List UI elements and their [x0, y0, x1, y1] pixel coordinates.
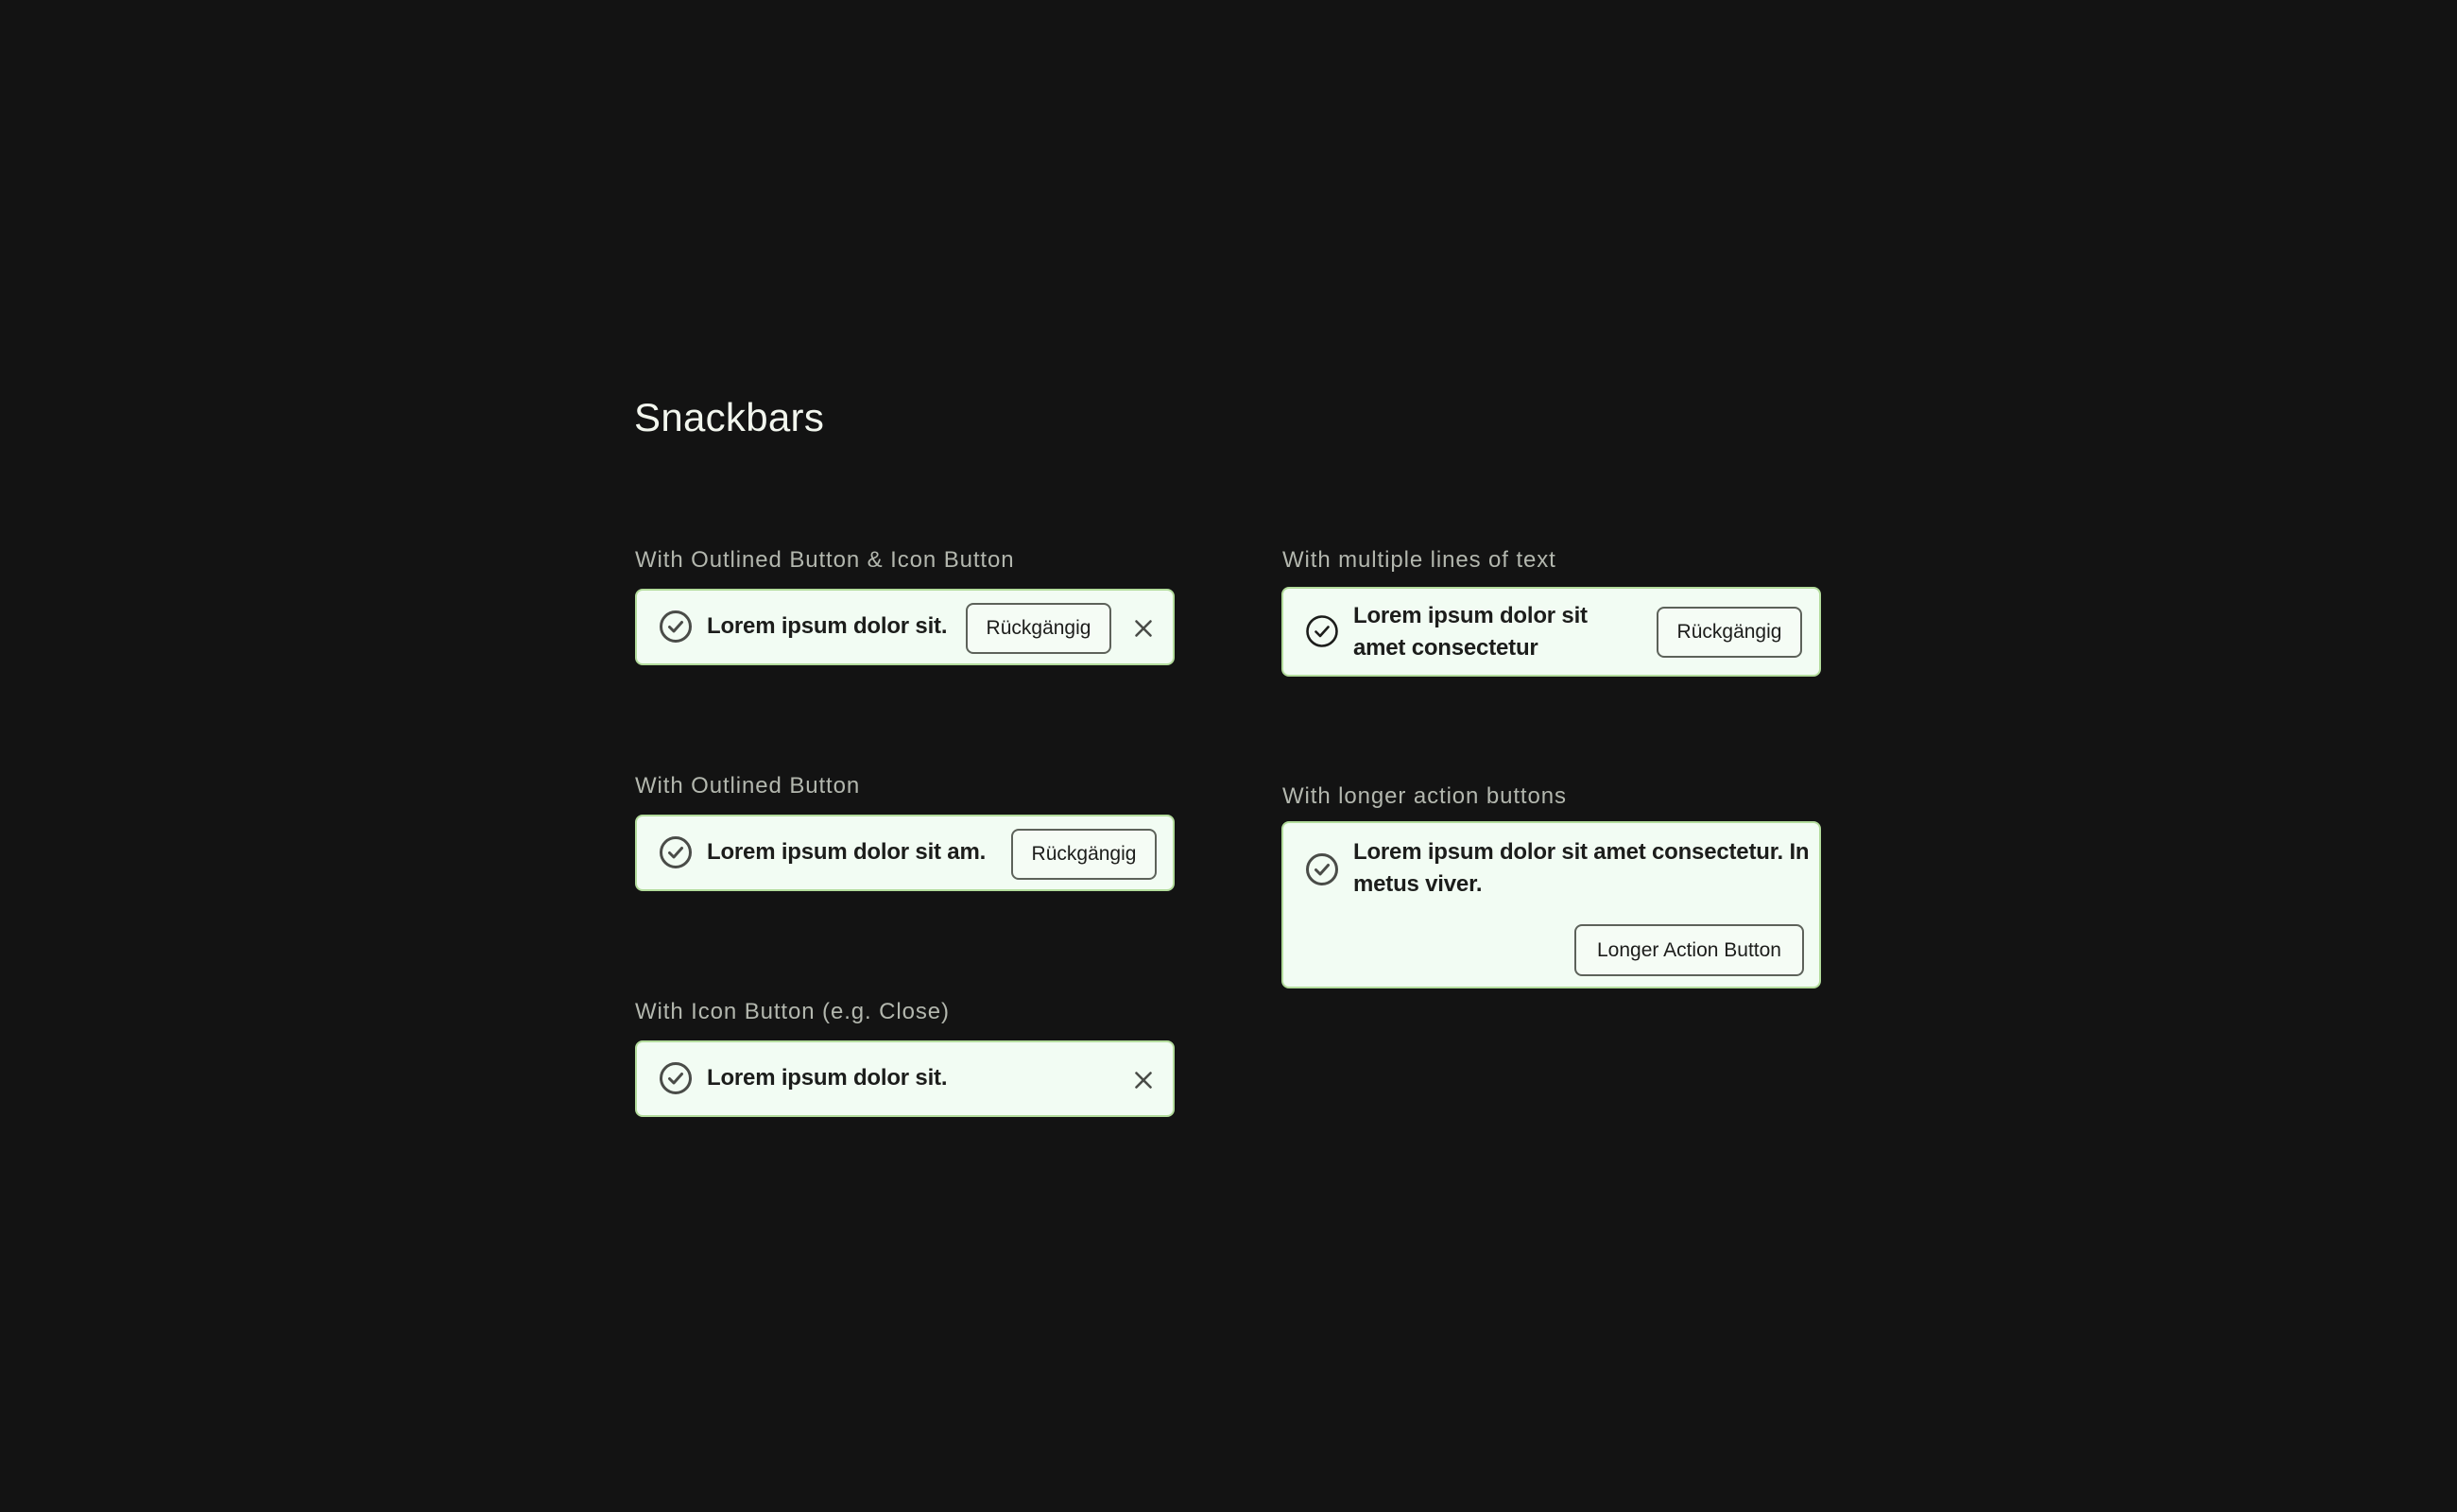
- message-line-2: metus viver.: [1353, 871, 1483, 897]
- snackbar-long-action: Lorem ipsum dolor sit amet consectetur. …: [1281, 821, 1821, 988]
- section-label: With longer action buttons: [1282, 783, 1567, 809]
- snackbar-multiline: Lorem ipsum dolor sit amet consectetur R…: [1281, 587, 1821, 677]
- undo-button[interactable]: Rückgängig: [966, 603, 1111, 654]
- snackbar-icon-button: Lorem ipsum dolor sit.: [635, 1040, 1175, 1117]
- snackbar-outlined-button: Lorem ipsum dolor sit am. Rückgängig: [635, 815, 1175, 891]
- longer-action-button[interactable]: Longer Action Button: [1574, 924, 1804, 976]
- check-circle-icon: [1306, 853, 1338, 885]
- check-circle-icon: [660, 836, 692, 868]
- check-circle-icon: [660, 610, 692, 643]
- close-button[interactable]: [1126, 611, 1160, 645]
- section-label: With Outlined Button: [635, 773, 861, 799]
- snackbar-message: Lorem ipsum dolor sit.: [707, 1065, 948, 1091]
- section-label: With Outlined Button & Icon Button: [635, 547, 1015, 573]
- section-label: With multiple lines of text: [1282, 547, 1556, 573]
- snackbar-message: Lorem ipsum dolor sit amet consectetur: [1353, 600, 1637, 664]
- close-button[interactable]: [1126, 1063, 1160, 1097]
- check-circle-icon: [660, 1062, 692, 1094]
- undo-button[interactable]: Rückgängig: [1011, 829, 1157, 880]
- snackbar-message: Lorem ipsum dolor sit amet consectetur. …: [1353, 836, 1810, 901]
- close-icon: [1135, 1072, 1152, 1089]
- page-title: Snackbars: [634, 395, 825, 439]
- section-label: With Icon Button (e.g. Close): [635, 999, 950, 1024]
- snackbar-outlined-and-icon-button: Lorem ipsum dolor sit. Rückgängig: [635, 589, 1175, 665]
- check-circle-icon: [1306, 615, 1338, 647]
- snackbar-message: Lorem ipsum dolor sit am.: [707, 839, 987, 865]
- snackbar-message: Lorem ipsum dolor sit.: [707, 613, 948, 639]
- undo-button[interactable]: Rückgängig: [1657, 607, 1802, 658]
- message-line-1: Lorem ipsum dolor sit amet consectetur. …: [1353, 839, 1810, 865]
- close-icon: [1135, 620, 1152, 637]
- message-line-1: Lorem ipsum dolor sit: [1353, 603, 1588, 628]
- message-line-2: amet consectetur: [1353, 635, 1538, 661]
